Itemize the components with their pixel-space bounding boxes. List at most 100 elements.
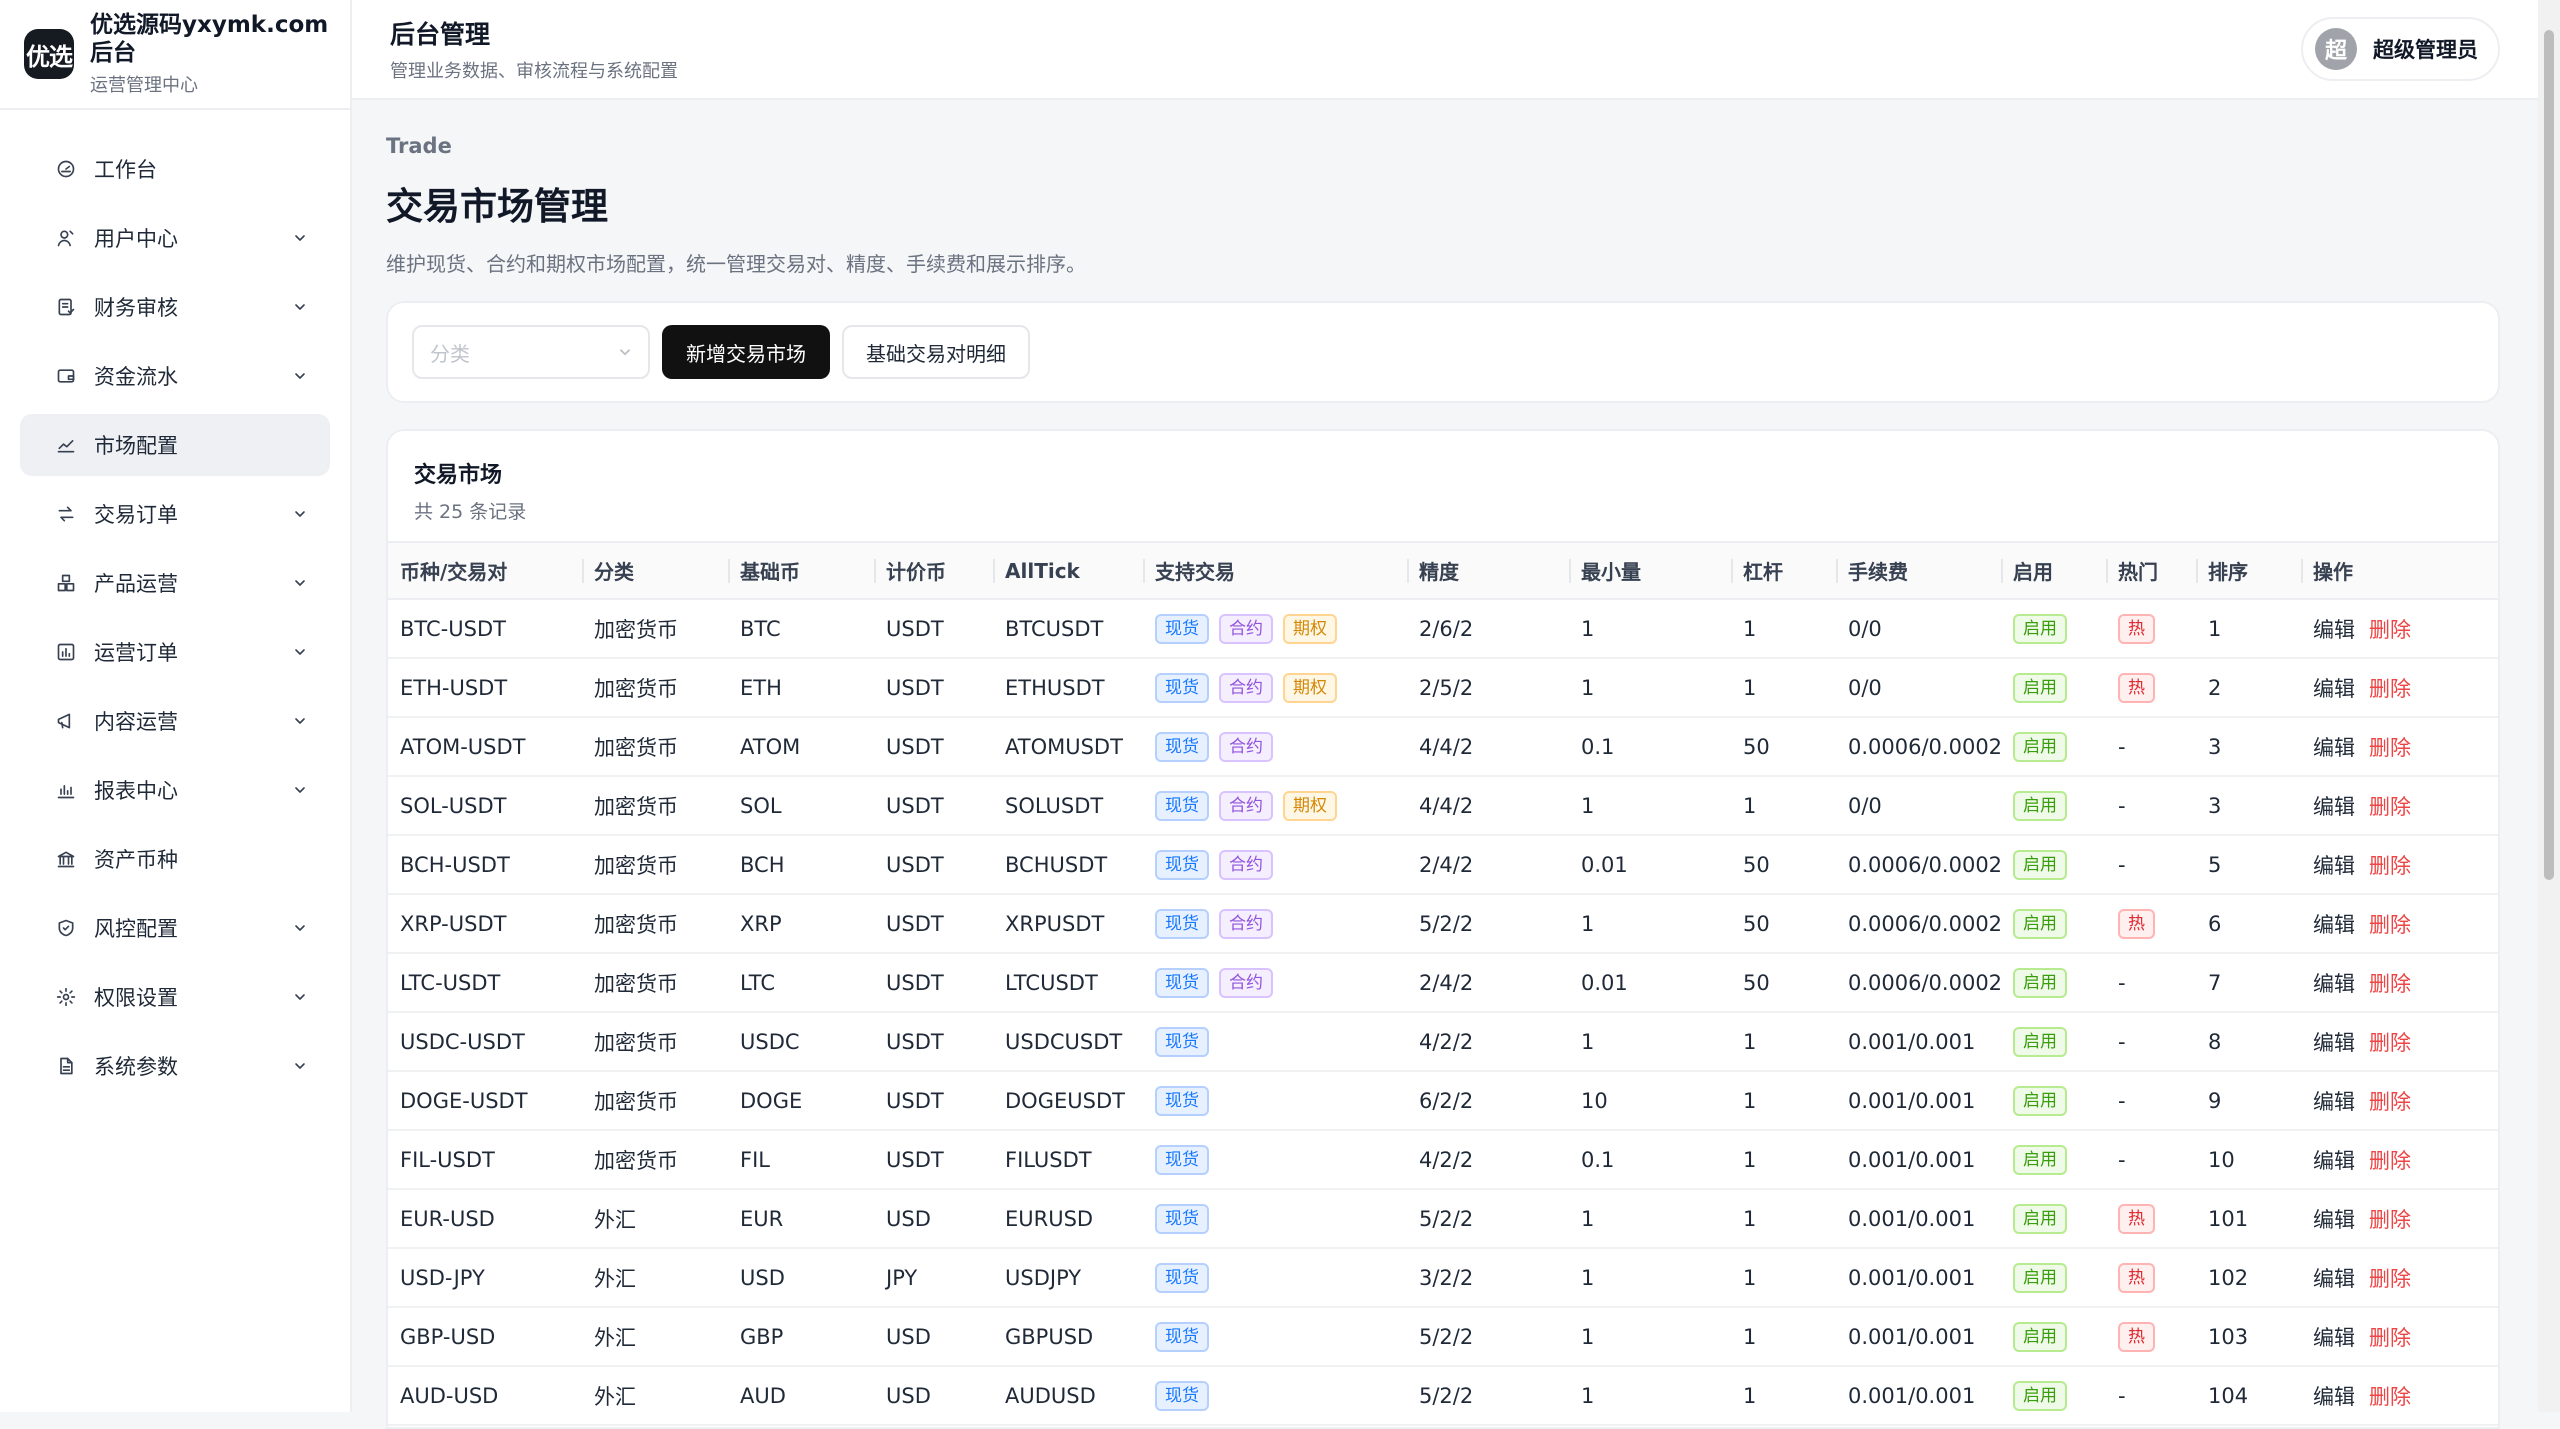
sidebar-item-7[interactable]: 运营订单 bbox=[20, 621, 330, 683]
cell-trade-types: 现货 bbox=[1143, 1189, 1407, 1248]
hot-badge: 热 bbox=[2118, 1203, 2155, 1234]
edit-button[interactable]: 编辑 bbox=[2313, 677, 2355, 701]
edit-button[interactable]: 编辑 bbox=[2313, 1090, 2355, 1114]
brand: 优选 优选源码yxymk.com后台 运营管理中心 bbox=[0, 0, 350, 110]
cell-quote: USDT bbox=[886, 1088, 944, 1113]
category-select[interactable]: 分类 bbox=[412, 325, 650, 379]
chevron-down-icon bbox=[295, 649, 305, 655]
trade-type-tag: 合约 bbox=[1219, 613, 1273, 644]
column-header: 精度 bbox=[1407, 543, 1569, 600]
delete-button[interactable]: 删除 bbox=[2369, 1090, 2411, 1114]
sidebar-item-8[interactable]: 内容运营 bbox=[20, 690, 330, 752]
edit-button[interactable]: 编辑 bbox=[2313, 913, 2355, 937]
delete-button[interactable]: 删除 bbox=[2369, 1267, 2411, 1291]
chevron-down-icon bbox=[619, 349, 631, 356]
edit-button[interactable]: 编辑 bbox=[2313, 1208, 2355, 1232]
sidebar-item-1[interactable]: 用户中心 bbox=[20, 207, 330, 269]
edit-button[interactable]: 编辑 bbox=[2313, 1385, 2355, 1409]
cell-base: BCH bbox=[740, 852, 785, 877]
add-market-button[interactable]: 新增交易市场 bbox=[662, 325, 830, 379]
cell-pair: BTC-USDT bbox=[400, 616, 506, 641]
delete-button[interactable]: 删除 bbox=[2369, 795, 2411, 819]
table-row: EUR-USD 外汇 EUR USD EURUSD 现货 5/2/2 1 1 0.001/0.00… bbox=[388, 1189, 2498, 1248]
cell-sort: 10 bbox=[2208, 1147, 2235, 1172]
column-header: 计价币 bbox=[874, 543, 993, 600]
cell-leverage: 1 bbox=[1743, 793, 1757, 818]
cell-fee: 0.0006/0.0002 bbox=[1848, 970, 2001, 995]
cell-base: LTC bbox=[740, 970, 776, 995]
boxes-icon bbox=[56, 573, 76, 593]
delete-button[interactable]: 删除 bbox=[2369, 1385, 2411, 1409]
delete-button[interactable]: 删除 bbox=[2369, 913, 2411, 937]
hot-none: - bbox=[2118, 1383, 2126, 1408]
delete-button[interactable]: 删除 bbox=[2369, 736, 2411, 760]
cell-alltick: USDCUSDT bbox=[1005, 1029, 1123, 1054]
sidebar-item-13[interactable]: 系统参数 bbox=[20, 1035, 330, 1097]
cell-hot: - bbox=[2106, 1366, 2196, 1425]
column-header: 支持交易 bbox=[1143, 543, 1407, 600]
edit-button[interactable]: 编辑 bbox=[2313, 854, 2355, 878]
delete-button[interactable]: 删除 bbox=[2369, 618, 2411, 642]
scrollbar-thumb[interactable] bbox=[2544, 30, 2554, 880]
cell-quote: USDT bbox=[886, 852, 944, 877]
edit-button[interactable]: 编辑 bbox=[2313, 736, 2355, 760]
edit-button[interactable]: 编辑 bbox=[2313, 618, 2355, 642]
user-name: 超级管理员 bbox=[2373, 38, 2478, 62]
record-count: 共 25 条记录 bbox=[414, 501, 527, 523]
cell-sort: 2 bbox=[2208, 675, 2222, 700]
cell-quote: USDT bbox=[886, 970, 944, 995]
sidebar-item-0[interactable]: 工作台 bbox=[20, 138, 330, 200]
sidebar-item-3[interactable]: 资金流水 bbox=[20, 345, 330, 407]
delete-button[interactable]: 删除 bbox=[2369, 972, 2411, 996]
topbar-subtitle: 管理业务数据、审核流程与系统配置 bbox=[390, 61, 678, 82]
cell-alltick: ETHUSDT bbox=[1005, 675, 1105, 700]
cell-precision: 2/6/2 bbox=[1419, 616, 1474, 641]
cell-precision: 5/2/2 bbox=[1419, 1324, 1474, 1349]
cell-base: BTC bbox=[740, 616, 781, 641]
edit-button[interactable]: 编辑 bbox=[2313, 1149, 2355, 1173]
sidebar-item-2[interactable]: 财务审核 bbox=[20, 276, 330, 338]
hot-none: - bbox=[2118, 734, 2126, 759]
cell-min-amount: 1 bbox=[1581, 1265, 1595, 1290]
column-header: 热门 bbox=[2106, 543, 2196, 600]
sidebar-item-11[interactable]: 风控配置 bbox=[20, 897, 330, 959]
cell-leverage: 1 bbox=[1743, 1383, 1757, 1408]
delete-button[interactable]: 删除 bbox=[2369, 1031, 2411, 1055]
delete-button[interactable]: 删除 bbox=[2369, 854, 2411, 878]
sidebar-item-4[interactable]: 市场配置 bbox=[20, 414, 330, 476]
cell-trade-types: 现货 bbox=[1143, 1248, 1407, 1307]
column-header: 操作 bbox=[2301, 543, 2498, 600]
chevron-down-icon bbox=[295, 580, 305, 586]
page-scrollbar[interactable] bbox=[2538, 0, 2560, 1412]
cell-base: USD bbox=[740, 1265, 785, 1290]
cell-trade-types: 现货 合约 bbox=[1143, 717, 1407, 776]
sidebar-item-10[interactable]: 资产币种 bbox=[20, 828, 330, 890]
base-pair-detail-button[interactable]: 基础交易对明细 bbox=[842, 325, 1030, 379]
delete-button[interactable]: 删除 bbox=[2369, 1208, 2411, 1232]
trade-type-tag: 现货 bbox=[1155, 790, 1209, 821]
hot-badge: 热 bbox=[2118, 672, 2155, 703]
user-menu[interactable]: 超 超级管理员 bbox=[2301, 17, 2500, 81]
edit-button[interactable]: 编辑 bbox=[2313, 1326, 2355, 1350]
delete-button[interactable]: 删除 bbox=[2369, 1326, 2411, 1350]
sidebar-item-5[interactable]: 交易订单 bbox=[20, 483, 330, 545]
cell-enabled: 启用 bbox=[2001, 894, 2106, 953]
sidebar-item-12[interactable]: 权限设置 bbox=[20, 966, 330, 1028]
edit-button[interactable]: 编辑 bbox=[2313, 1267, 2355, 1291]
cell-base: AUD bbox=[740, 1383, 786, 1408]
chevron-down-icon bbox=[295, 1063, 305, 1069]
cell-sort: 104 bbox=[2208, 1383, 2249, 1408]
delete-button[interactable]: 删除 bbox=[2369, 1149, 2411, 1173]
cell-hot: - bbox=[2106, 953, 2196, 1012]
sidebar-item-6[interactable]: 产品运营 bbox=[20, 552, 330, 614]
megaphone-icon bbox=[56, 711, 76, 731]
sidebar-item-9[interactable]: 报表中心 bbox=[20, 759, 330, 821]
edit-button[interactable]: 编辑 bbox=[2313, 972, 2355, 996]
edit-button[interactable]: 编辑 bbox=[2313, 795, 2355, 819]
cell-base: SOL bbox=[740, 793, 782, 818]
cell-pair: SOL-USDT bbox=[400, 793, 507, 818]
sidebar-item-label: 交易订单 bbox=[94, 503, 178, 527]
cell-alltick: LTCUSDT bbox=[1005, 970, 1098, 995]
edit-button[interactable]: 编辑 bbox=[2313, 1031, 2355, 1055]
delete-button[interactable]: 删除 bbox=[2369, 677, 2411, 701]
